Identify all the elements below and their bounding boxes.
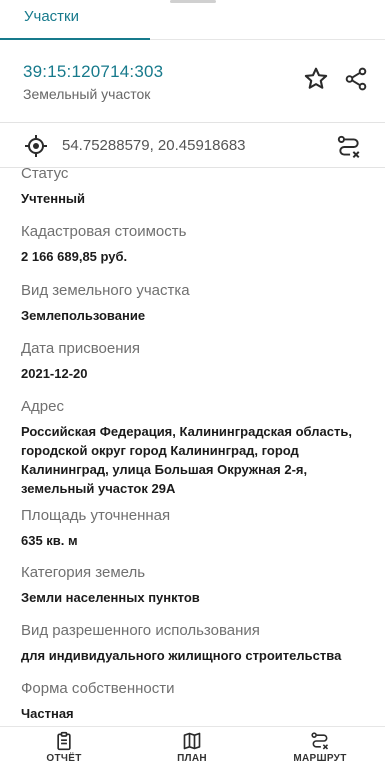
field-label: Площадь уточненная bbox=[21, 507, 171, 524]
field-address: Адрес Российская Федерация, Калининградс… bbox=[21, 397, 371, 498]
object-header: 39:15:120714:303 Земельный участок bbox=[0, 41, 385, 119]
field-label: Категория земель bbox=[21, 564, 146, 581]
map-icon bbox=[183, 732, 201, 750]
field-cadastral-value: Кадастровая стоимость 2 166 689,85 руб. bbox=[21, 222, 371, 266]
field-land-type: Вид земельного участка Землепользование bbox=[21, 281, 371, 325]
tabs-bar: Участки bbox=[0, 0, 385, 40]
coordinates-row: 54.75288579, 20.45918683 bbox=[0, 126, 385, 166]
field-value: для индивидуального жилищного строительс… bbox=[21, 648, 342, 663]
field-value: Земли населенных пунктов bbox=[21, 590, 200, 605]
object-type: Земельный участок bbox=[23, 86, 151, 102]
route-icon bbox=[311, 732, 329, 750]
field-label: Дата присвоения bbox=[21, 340, 140, 357]
field-value: 2021-12-20 bbox=[21, 366, 88, 381]
field-label: Статус bbox=[21, 166, 69, 182]
coordinates-text[interactable]: 54.75288579, 20.45918683 bbox=[62, 137, 246, 154]
tab-plots[interactable]: Участки bbox=[24, 8, 79, 25]
field-land-category: Категория земель Земли населенных пункто… bbox=[21, 563, 371, 607]
star-icon bbox=[304, 67, 328, 89]
report-label: ОТЧЁТ bbox=[46, 753, 82, 764]
field-label: Форма собственности bbox=[21, 680, 175, 697]
route-button[interactable] bbox=[336, 134, 362, 160]
route-icon bbox=[337, 135, 360, 158]
plan-button[interactable]: ПЛАН bbox=[142, 731, 242, 767]
route-nav-button[interactable]: МАРШРУТ bbox=[270, 731, 370, 767]
share-icon bbox=[345, 67, 367, 91]
field-label: Вид разрешенного использования bbox=[21, 622, 260, 639]
plan-label: ПЛАН bbox=[177, 753, 207, 764]
properties-list: Статус Учтенный Кадастровая стоимость 2 … bbox=[0, 166, 385, 726]
field-ownership: Форма собственности Частная bbox=[21, 679, 371, 723]
tab-indicator bbox=[0, 38, 150, 40]
field-value: 2 166 689,85 руб. bbox=[21, 249, 128, 264]
field-value: Землепользование bbox=[21, 308, 146, 323]
field-value: Учтенный bbox=[21, 191, 86, 206]
field-value: Частная bbox=[21, 706, 74, 721]
cadastral-number[interactable]: 39:15:120714:303 bbox=[23, 62, 163, 82]
report-button[interactable]: ОТЧЁТ bbox=[14, 731, 114, 767]
field-label: Адрес bbox=[21, 398, 64, 415]
field-area: Площадь уточненная 635 кв. м bbox=[21, 506, 371, 550]
field-label: Вид земельного участка bbox=[21, 282, 190, 299]
share-button[interactable] bbox=[343, 66, 369, 92]
divider bbox=[0, 122, 385, 123]
field-status: Статус Учтенный bbox=[21, 166, 371, 208]
field-assignment-date: Дата присвоения 2021-12-20 bbox=[21, 339, 371, 383]
drag-handle[interactable] bbox=[170, 0, 216, 3]
field-label: Кадастровая стоимость bbox=[21, 223, 187, 240]
target-icon bbox=[25, 135, 47, 157]
route-label: МАРШРУТ bbox=[293, 753, 347, 764]
bottom-nav: ОТЧЁТ ПЛАН МАРШРУТ bbox=[0, 726, 385, 767]
field-permitted-use: Вид разрешенного использования для индив… bbox=[21, 621, 371, 665]
field-value: Российская Федерация, Калининградская об… bbox=[21, 424, 352, 496]
locate-button[interactable] bbox=[24, 134, 48, 158]
report-icon bbox=[57, 731, 71, 751]
favorite-button[interactable] bbox=[302, 65, 330, 93]
field-value: 635 кв. м bbox=[21, 533, 78, 548]
